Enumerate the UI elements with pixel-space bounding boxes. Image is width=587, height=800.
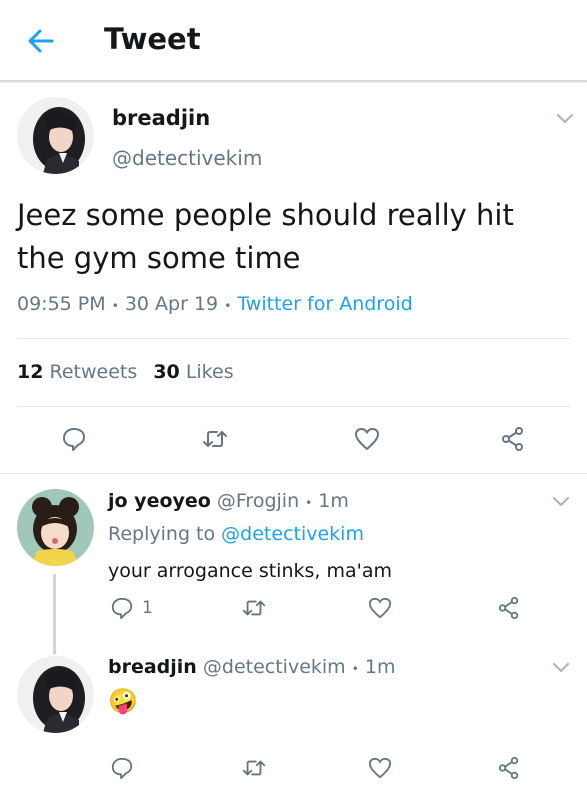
retweets-stat[interactable]: 12 Retweets [17, 361, 143, 383]
reply-header: breadjin @detectivekim • 1m [108, 656, 395, 678]
divider [17, 406, 570, 407]
author-handle[interactable]: @detectivekim [112, 146, 262, 170]
reply-icon[interactable] [110, 596, 134, 620]
tweet-time: 09:55 PM [17, 293, 106, 315]
reply-count: 1 [142, 598, 153, 618]
like-heart-icon[interactable] [368, 596, 392, 620]
reply-author-name[interactable]: breadjin [108, 656, 197, 678]
share-icon[interactable] [497, 596, 521, 620]
retweet-icon[interactable] [202, 426, 228, 452]
retweet-icon[interactable] [242, 756, 266, 780]
likes-count: 30 [153, 361, 180, 383]
chevron-down-icon[interactable] [556, 113, 574, 125]
reply-icon[interactable] [110, 756, 134, 780]
chevron-down-icon[interactable] [552, 662, 570, 674]
reply-emoji: 🤪 [108, 687, 138, 715]
share-icon[interactable] [497, 756, 521, 780]
reply-author-handle[interactable]: @Frogjin [217, 490, 299, 512]
back-arrow-icon[interactable] [26, 26, 56, 56]
avatar[interactable] [17, 97, 94, 174]
reply-time: 1m [364, 656, 396, 678]
share-icon[interactable] [500, 426, 526, 452]
reply-header: jo yeoyeo @Frogjin • 1m [108, 490, 349, 512]
meta-separator: • [224, 299, 232, 313]
reply-time: 1m [318, 490, 349, 512]
meta-separator: • [111, 299, 119, 313]
reply-icon[interactable] [61, 426, 87, 452]
tweet-source-link[interactable]: Twitter for Android [237, 293, 412, 315]
likes-label: Likes [185, 361, 234, 383]
tweet-text-line-2: the gym some time [17, 241, 301, 275]
tweet-text-line-1: Jeez some people should really hit [17, 198, 514, 232]
retweets-count: 12 [17, 361, 44, 383]
replying-to-handle[interactable]: @detectivekim [221, 523, 364, 545]
like-heart-icon[interactable] [368, 756, 392, 780]
reply-author-handle[interactable]: @detectivekim [203, 656, 346, 678]
avatar[interactable] [17, 489, 94, 566]
reply-text: your arrogance stinks, ma'am [108, 560, 392, 582]
tweet-meta: 09:55 PM • 30 Apr 19 • Twitter for Andro… [17, 293, 413, 315]
meta-separator: • [351, 662, 359, 676]
top-bar: Tweet [0, 0, 587, 82]
chevron-down-icon[interactable] [552, 496, 570, 508]
divider [0, 473, 587, 474]
replying-to-label: Replying to [108, 523, 216, 545]
retweet-icon[interactable] [242, 596, 266, 620]
tweet-date: 30 Apr 19 [124, 293, 219, 315]
thread-line [53, 574, 56, 654]
author-name[interactable]: breadjin [112, 106, 210, 130]
replying-to: Replying to @detectivekim [108, 523, 364, 545]
divider [17, 338, 570, 339]
likes-stat[interactable]: 30 Likes [153, 361, 233, 383]
reply-author-name[interactable]: jo yeoyeo [108, 490, 211, 512]
meta-separator: • [305, 496, 313, 510]
avatar[interactable] [17, 656, 94, 733]
retweets-label: Retweets [49, 361, 138, 383]
engagement-stats: 12 Retweets 30 Likes [17, 361, 234, 383]
like-heart-icon[interactable] [354, 426, 380, 452]
page-title: Tweet [104, 22, 201, 56]
